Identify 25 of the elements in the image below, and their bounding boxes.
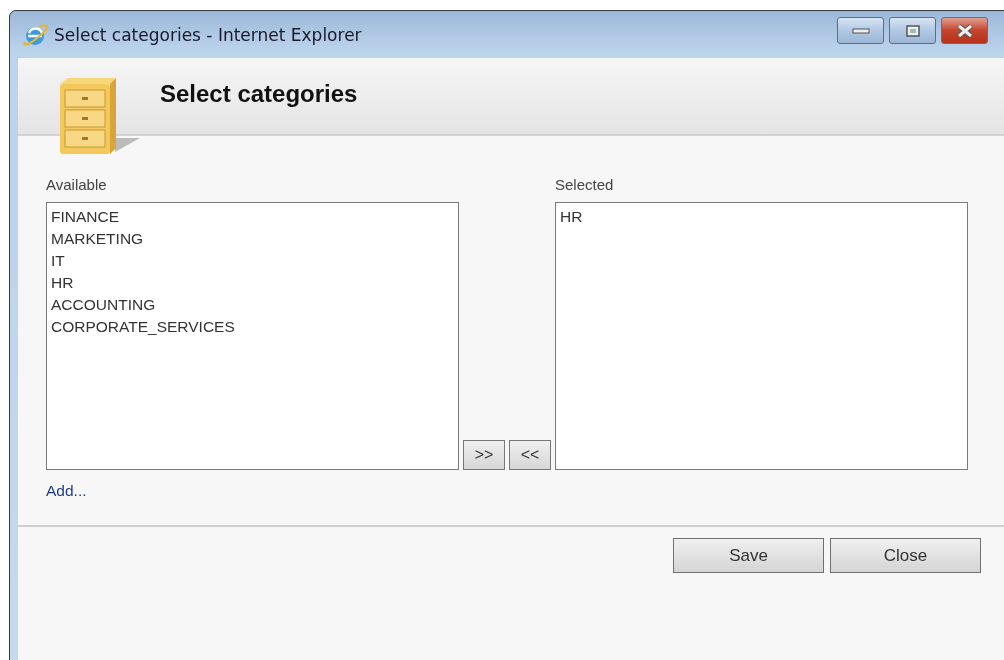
listbox[interactable]: FINANCE MARKETING IT HR ACCOUNTING CORPORATE_SERVICES <box>46 202 459 470</box>
dialog-button[interactable]: Close <box>830 538 981 573</box>
maximize-button[interactable] <box>889 17 936 44</box>
list-item[interactable]: FINANCE <box>51 206 454 228</box>
maximize-icon <box>905 24 920 37</box>
list-item[interactable]: ACCOUNTING <box>51 294 454 316</box>
filing-cabinet-icon <box>60 78 140 156</box>
listbox[interactable]: HR <box>555 202 968 470</box>
add-link[interactable]: Add... <box>46 482 87 500</box>
minimize-icon <box>851 27 870 34</box>
move-button[interactable]: >> <box>463 440 505 470</box>
dialog-title: Select categories <box>160 80 358 108</box>
list-label: Available <box>46 176 108 193</box>
list-item[interactable]: HR <box>51 272 454 294</box>
list-item[interactable]: MARKETING <box>51 228 454 250</box>
list-label: Selected <box>555 176 615 193</box>
list-item[interactable]: HR <box>560 206 963 228</box>
close-button[interactable] <box>941 17 988 44</box>
move-button[interactable]: << <box>509 440 551 470</box>
browser-logo-icon <box>22 21 48 48</box>
list-item[interactable]: IT <box>51 250 454 272</box>
dialog-button[interactable]: Save <box>673 538 824 573</box>
window-title: Select categories - Internet Explorer <box>54 24 362 45</box>
minimize-button[interactable] <box>837 17 884 44</box>
list-item[interactable]: CORPORATE_SERVICES <box>51 316 454 338</box>
